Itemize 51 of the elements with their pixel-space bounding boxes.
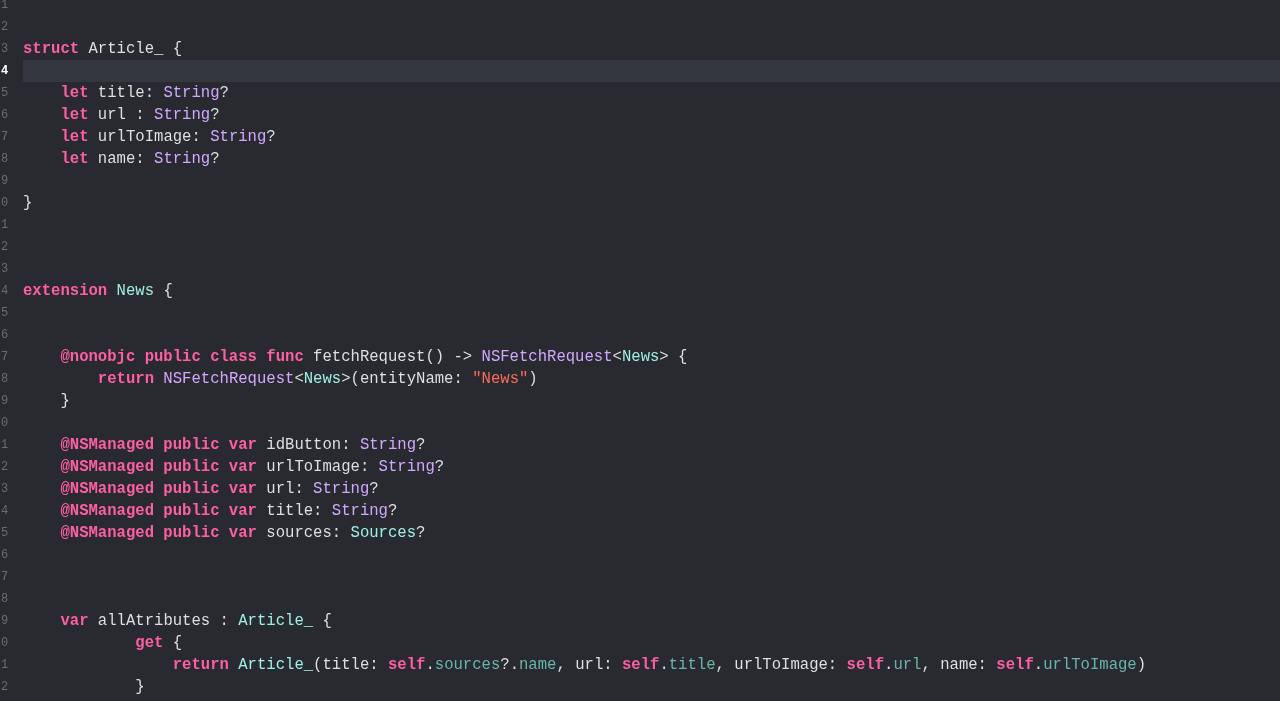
line-number: 8 [0, 371, 10, 388]
line-number: 3 [0, 481, 10, 498]
code-line: @nonobjc public class func fetchRequest() -> NSFetchRequest<News> { [59, 347, 689, 368]
line-number: 2 [0, 679, 10, 696]
line-number: 1 [0, 437, 10, 454]
line-number: 5 [0, 525, 10, 542]
code-line: @NSManaged public var sources: Sources? [59, 523, 427, 544]
line-number: 4 [0, 503, 10, 520]
code-line: @NSManaged public var urlToImage: String? [59, 457, 446, 478]
line-number: 8 [0, 591, 10, 608]
line-number: 0 [0, 635, 10, 652]
line-number: 4 [0, 63, 10, 80]
line-number: 2 [0, 459, 10, 476]
line-number: 8 [0, 151, 10, 168]
line-number: 7 [0, 569, 10, 586]
line-number: 6 [0, 107, 10, 124]
line-number: 5 [0, 85, 10, 102]
code-line: let name: String? [59, 149, 221, 170]
code-line: let urlToImage: String? [59, 127, 277, 148]
line-number: 9 [0, 613, 10, 630]
code-line: @NSManaged public var title: String? [59, 501, 399, 522]
code-line: return Article_(title: self.sources?.name, url: self.title, urlToImage: self.url, name: self.urlToImage) [171, 655, 1148, 676]
code-line: let title: String? [59, 83, 230, 104]
code-line: get { [134, 633, 184, 654]
line-number: 7 [0, 349, 10, 366]
line-number: 3 [0, 261, 10, 278]
line-number: 2 [0, 239, 10, 256]
line-number: 0 [0, 415, 10, 432]
line-number: 2 [0, 19, 10, 36]
line-number: 3 [0, 41, 10, 58]
line-number: 4 [0, 283, 10, 300]
line-number: 7 [0, 129, 10, 146]
line-number: 1 [0, 217, 10, 234]
line-number: 5 [0, 305, 10, 322]
code-line: struct Article_ { [23, 39, 184, 60]
line-number: 9 [0, 393, 10, 410]
code-line: extension News { [23, 281, 174, 302]
line-number: 9 [0, 173, 10, 190]
line-number: 6 [0, 547, 10, 564]
code-line: @NSManaged public var idButton: String? [59, 435, 427, 456]
line-number: 6 [0, 327, 10, 344]
code-line: return NSFetchRequest<News>(entityName: "News") [96, 369, 539, 390]
code-line: } [23, 193, 34, 214]
code-line: let url : String? [59, 105, 221, 126]
line-number: 1 [0, 657, 10, 674]
code-line: } [134, 677, 146, 698]
code-line: var allAtributes : Article_ { [59, 611, 333, 632]
line-number: 0 [0, 195, 10, 212]
code-line: } [59, 391, 71, 412]
line-number: 1 [0, 0, 10, 14]
code-line: @NSManaged public var url: String? [59, 479, 380, 500]
